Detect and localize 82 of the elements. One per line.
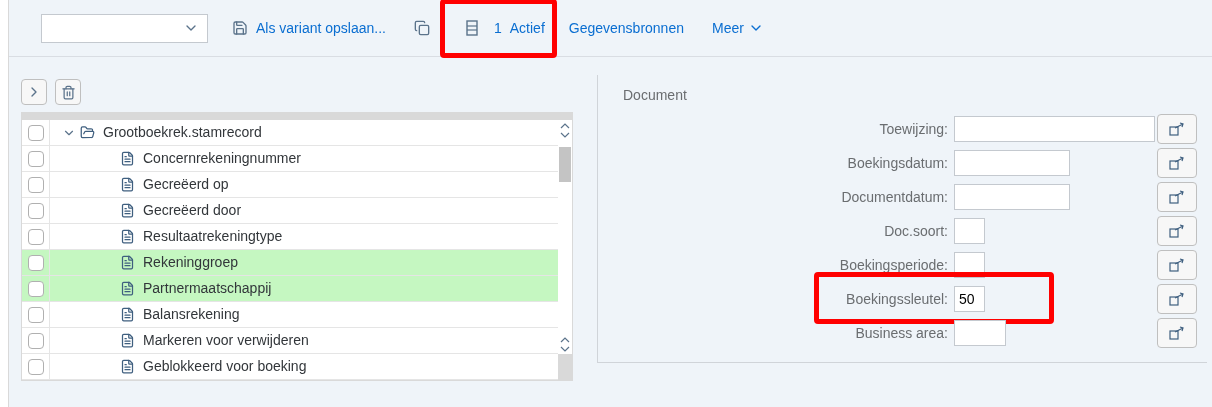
tree-row[interactable]: Rekeninggroep [22,250,558,276]
save-variant-button[interactable]: Als variant opslaan... [232,17,386,39]
input-field[interactable] [954,218,985,244]
document-icon [120,255,135,270]
tree-item-label: Geblokkeerd voor boeking [143,357,307,376]
variant-select[interactable] [41,13,208,43]
open-dialog-icon [1169,224,1185,238]
tree-row[interactable]: Gecreëerd door [22,198,558,224]
row-checkbox[interactable] [27,332,44,349]
row-checkbox[interactable] [27,306,44,323]
active-count: 1 [493,18,502,38]
tree-row[interactable]: Markeren voor verwijderen [22,328,558,354]
field-label: Doc.soort: [883,221,949,241]
value-help-button[interactable] [1157,114,1197,144]
input-field[interactable] [954,116,1155,142]
open-dialog-icon [1169,156,1185,170]
trash-icon [60,84,76,100]
document-icon [120,333,135,348]
document-icon [120,281,135,296]
tree-row[interactable]: Concernrekeningnummer [22,146,558,172]
tree-item-label: Rekeninggroep [143,253,238,272]
tree-row[interactable]: Grootboekrek.stamrecord [22,120,558,146]
section-title: Document [623,86,688,105]
value-help-button[interactable] [1157,182,1197,212]
document-icon [120,359,135,374]
tree-item-label: Markeren voor verwijderen [143,331,309,350]
input-field[interactable] [954,320,1006,346]
tree-row[interactable]: Partnermaatschappij [22,276,558,302]
row-checkbox[interactable] [27,150,44,167]
value-help-button[interactable] [1157,148,1197,178]
open-dialog-icon [1169,190,1185,204]
tree-item-label: Partnermaatschappij [143,279,272,298]
expand-button[interactable] [21,79,47,105]
tree-item-label: Gecreëerd door [143,201,242,220]
open-dialog-icon [1169,122,1185,136]
field-label: Boekingsperiode: [838,255,949,275]
value-help-button[interactable] [1157,250,1197,280]
value-help-button[interactable] [1157,284,1197,314]
document-icon [120,229,135,244]
row-checkbox[interactable] [27,280,44,297]
tree-item-label: Concernrekeningnummer [143,149,301,168]
value-help-button[interactable] [1157,216,1197,246]
document-icon [120,203,135,218]
tree-item-label: Grootboekrek.stamrecord [103,123,262,142]
list-icon [465,20,478,36]
field-label: Boekingsdatum: [846,153,949,173]
delete-button[interactable] [55,79,81,105]
field-label: Toewijzing: [878,119,949,139]
open-dialog-icon [1169,292,1185,306]
data-sources-button[interactable]: Gegevensbronnen [568,18,684,39]
value-help-button[interactable] [1157,318,1197,348]
input-field[interactable] [954,150,1070,176]
tree-item-label: Resultaatrekeningtype [143,227,283,246]
field-label: Boekingssleutel: [845,289,949,309]
document-icon [120,151,135,166]
tree-row[interactable]: Gecreëerd op [22,172,558,198]
row-checkbox[interactable] [27,358,44,375]
row-checkbox[interactable] [27,228,44,245]
field-label: Documentdatum: [840,187,949,207]
row-checkbox[interactable] [27,202,44,219]
tree-item-label: Balansrekening [143,305,240,324]
active-filters-button[interactable]: 1 Actief [465,17,545,39]
tree-row[interactable]: Balansrekening [22,302,558,328]
row-checkbox[interactable] [27,124,44,141]
document-icon [120,307,135,322]
open-dialog-icon [1169,258,1185,272]
row-checkbox[interactable] [27,254,44,271]
input-field[interactable]: 50 [954,286,985,312]
open-dialog-icon [1169,326,1185,340]
more-menu-button[interactable]: Meer [712,17,764,39]
field-label: Business area: [854,323,949,343]
tree-row[interactable]: Resultaatrekeningtype [22,224,558,250]
row-checkbox[interactable] [27,176,44,193]
tree-row[interactable]: Geblokkeerd voor boeking [22,354,558,380]
active-label: Actief [509,18,545,38]
scrollbar[interactable] [558,120,572,354]
save-icon [232,20,248,36]
tree-item-label: Gecreëerd op [143,175,229,194]
input-field[interactable] [954,184,1070,210]
copy-icon [413,20,430,36]
folder-icon [80,125,95,140]
document-icon [120,177,135,192]
